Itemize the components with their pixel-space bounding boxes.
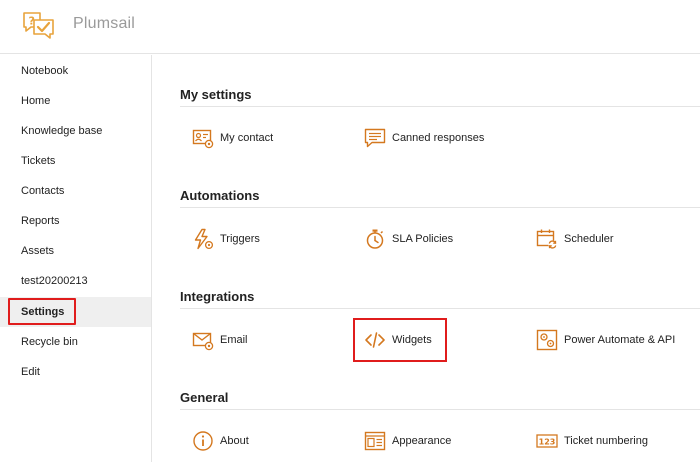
tile-power-automate-api[interactable]: Power Automate & API [536, 327, 675, 353]
sidebar-item-label: Tickets [21, 155, 56, 167]
tile-label: Scheduler [564, 233, 614, 245]
section-divider [180, 106, 700, 107]
info-circle-icon [193, 431, 213, 451]
section-title-automations: Automations [180, 188, 260, 203]
tile-label: Ticket numbering [564, 435, 648, 447]
section-divider [180, 207, 700, 208]
section-title-integrations: Integrations [180, 289, 255, 304]
sidebar-item-label: Contacts [21, 185, 65, 197]
sidebar-item-contacts[interactable]: Contacts [0, 176, 151, 206]
tile-canned-responses[interactable]: Canned responses [364, 125, 484, 151]
envelope-gear-icon [192, 332, 214, 351]
sidebar-item-home[interactable]: Home [0, 86, 151, 116]
tile-label: Canned responses [392, 132, 485, 144]
sidebar-item-label: test20200213 [21, 275, 88, 287]
tile-widgets[interactable]: Widgets [364, 327, 432, 353]
sidebar-item-label: Knowledge base [21, 125, 103, 137]
calendar-refresh-icon [536, 229, 557, 249]
settings-panel: My settings My contact Canned responses … [153, 55, 700, 462]
tile-label: Widgets [392, 334, 432, 346]
tile-label: SLA Policies [392, 233, 454, 245]
tile-sla-policies[interactable]: SLA Policies [364, 226, 453, 252]
plumsail-logo-icon[interactable]: ? [22, 11, 56, 41]
sidebar-item-label: Assets [21, 245, 55, 257]
code-brackets-icon [365, 332, 385, 348]
sidebar-item-label: Recycle bin [21, 336, 78, 348]
chat-lines-icon [364, 128, 386, 148]
tile-label: About [220, 435, 249, 447]
sidebar-item-assets[interactable]: Assets [0, 236, 151, 266]
sidebar-item-label: Home [21, 95, 51, 107]
sidebar-item-label: Notebook [21, 65, 69, 77]
layout-window-icon [364, 431, 386, 451]
contact-card-gear-icon [192, 129, 214, 149]
svg-text:123: 123 [539, 438, 556, 447]
sidebar: Notebook Home Knowledge base Tickets Con… [0, 55, 152, 462]
tile-label: Triggers [220, 233, 260, 245]
lightning-gear-icon [194, 228, 214, 250]
sidebar-item-reports[interactable]: Reports [0, 206, 151, 236]
sidebar-item-notebook[interactable]: Notebook [0, 56, 151, 86]
gears-box-icon [536, 329, 558, 351]
sidebar-item-knowledge-base[interactable]: Knowledge base [0, 116, 151, 146]
section-title-general: General [180, 390, 229, 405]
tile-label: Power Automate & API [564, 334, 676, 346]
brand-name: Plumsail [73, 15, 136, 32]
section-title-my-settings: My settings [180, 87, 252, 102]
tile-label: My contact [220, 132, 274, 144]
tile-ticket-numbering[interactable]: 123 Ticket numbering [536, 428, 648, 454]
stopwatch-icon [366, 229, 384, 249]
app-header: ? Plumsail [0, 0, 700, 54]
sidebar-item-tickets[interactable]: Tickets [0, 146, 151, 176]
sidebar-item-label: Reports [21, 215, 60, 227]
tile-triggers[interactable]: Triggers [192, 226, 260, 252]
sidebar-item-label: Settings [21, 306, 65, 318]
tile-about[interactable]: About [192, 428, 249, 454]
sidebar-item-recycle-bin[interactable]: Recycle bin [0, 327, 151, 357]
section-divider [180, 409, 700, 410]
tile-label: Appearance [392, 435, 452, 447]
sidebar-item-edit[interactable]: Edit [0, 357, 151, 387]
section-divider [180, 308, 700, 309]
sidebar-item-settings[interactable]: Settings [0, 297, 151, 327]
tile-label: Email [220, 334, 248, 346]
tile-scheduler[interactable]: Scheduler [536, 226, 614, 252]
tile-my-contact[interactable]: My contact [192, 125, 273, 151]
sidebar-item-test20200213[interactable]: test20200213 [0, 266, 151, 296]
numbers-123-icon: 123 [536, 434, 558, 448]
sidebar-item-label: Edit [21, 366, 40, 378]
tile-email[interactable]: Email [192, 327, 248, 353]
tile-appearance[interactable]: Appearance [364, 428, 451, 454]
